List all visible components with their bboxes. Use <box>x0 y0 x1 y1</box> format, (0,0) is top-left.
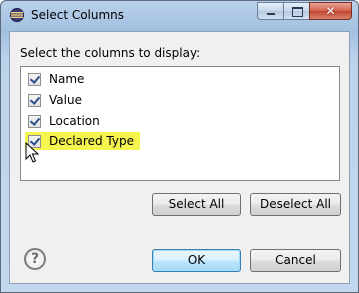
help-icon[interactable]: ? <box>24 248 46 270</box>
column-label: Value <box>49 93 82 107</box>
checkbox-value[interactable] <box>28 93 41 107</box>
close-icon: ✕ <box>325 4 336 18</box>
column-label: Declared Type <box>49 134 134 148</box>
list-item-name[interactable]: Name <box>28 70 84 88</box>
dialog-body: Select the columns to display: Name Valu… <box>9 31 350 284</box>
window-controls: ✕ <box>257 2 352 20</box>
column-label: Location <box>49 114 100 128</box>
title-bar[interactable]: Select Columns ✕ <box>1 1 358 31</box>
column-label: Name <box>49 72 85 86</box>
select-all-button[interactable]: Select All <box>152 193 241 216</box>
list-item-declared-type[interactable]: Declared Type <box>25 132 140 150</box>
list-item-location[interactable]: Location <box>28 112 100 130</box>
eclipse-app-icon <box>10 8 24 22</box>
ok-button[interactable]: OK <box>152 249 241 272</box>
deselect-all-button[interactable]: Deselect All <box>250 193 341 216</box>
close-button[interactable]: ✕ <box>309 2 352 20</box>
instructions-label: Select the columns to display: <box>20 46 201 60</box>
column-list[interactable]: Name Value Location Declared Type <box>20 66 340 181</box>
select-columns-dialog: Select Columns ✕ Select the columns to d… <box>0 0 359 293</box>
list-item-value[interactable]: Value <box>28 91 82 109</box>
mouse-pointer-icon <box>25 142 39 163</box>
checkbox-name[interactable] <box>28 72 41 86</box>
minimize-button[interactable] <box>257 2 283 20</box>
maximize-button[interactable] <box>283 2 309 20</box>
cancel-button[interactable]: Cancel <box>250 249 341 272</box>
window-title: Select Columns <box>31 8 125 22</box>
checkbox-location[interactable] <box>28 114 41 128</box>
